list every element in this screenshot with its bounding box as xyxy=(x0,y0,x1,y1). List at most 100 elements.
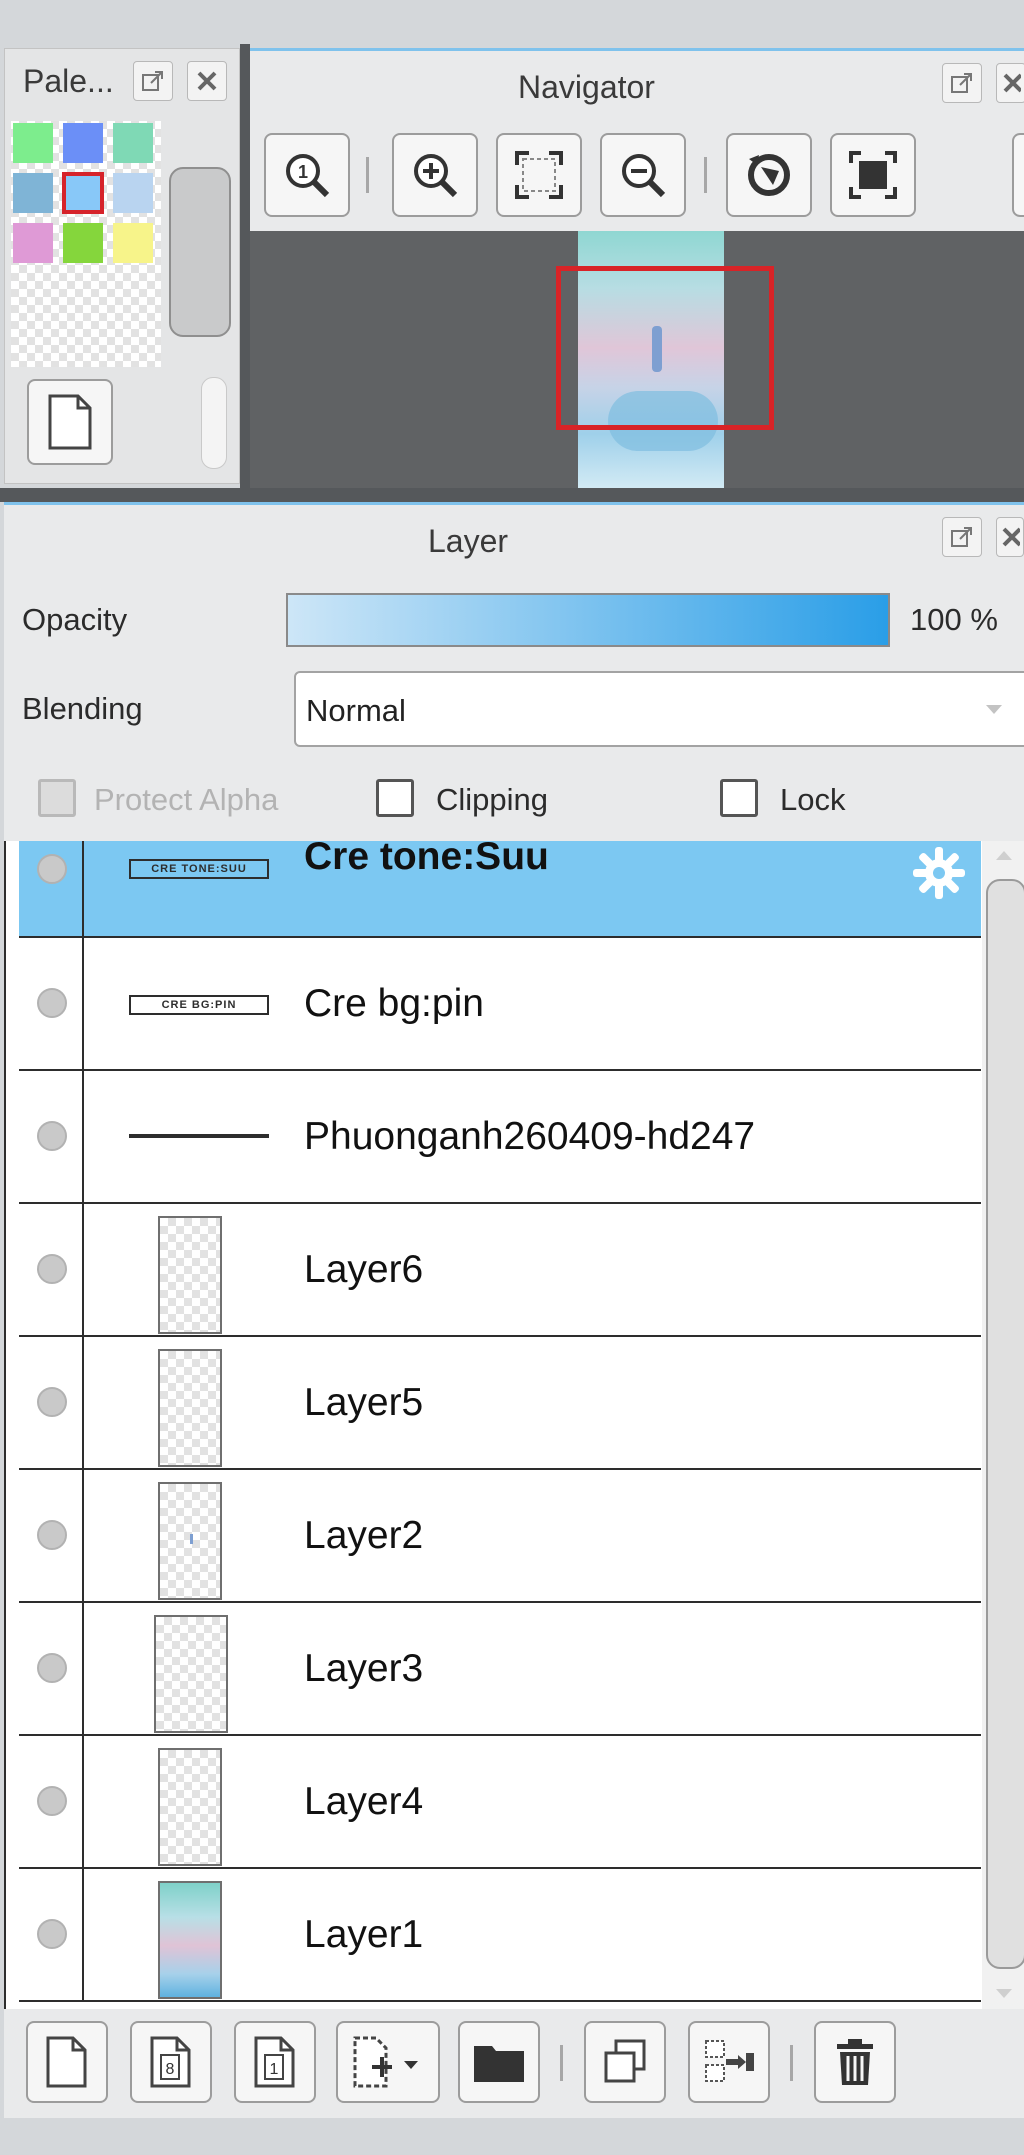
fit-icon[interactable] xyxy=(496,133,582,217)
layer-row[interactable]: Layer1 xyxy=(19,1869,981,2002)
popout-icon[interactable] xyxy=(942,63,982,103)
color-swatch[interactable] xyxy=(13,123,53,163)
navigator-more-button[interactable] xyxy=(1012,133,1024,217)
new-palette-button[interactable] xyxy=(27,379,113,465)
opacity-slider[interactable] xyxy=(286,593,890,647)
visibility-toggle[interactable] xyxy=(19,938,84,1069)
close-icon[interactable] xyxy=(996,63,1024,103)
blending-label: Blending xyxy=(22,691,143,726)
layer-name[interactable]: Layer1 xyxy=(304,1869,423,2000)
visibility-toggle[interactable] xyxy=(19,841,84,936)
new-8bit-layer-icon[interactable]: 8 xyxy=(130,2021,212,2103)
close-icon[interactable] xyxy=(187,61,227,101)
blending-select[interactable]: Normal xyxy=(294,671,1024,747)
layer-name[interactable]: Layer2 xyxy=(304,1470,423,1601)
layer-row[interactable]: Layer6 xyxy=(19,1204,981,1337)
color-swatch[interactable] xyxy=(113,173,153,213)
eye-icon[interactable] xyxy=(37,988,67,1018)
protect-alpha-checkbox[interactable] xyxy=(38,779,76,817)
thumbnail-text: CRE BG:PIN xyxy=(161,999,237,1011)
layer-row[interactable]: Layer4 xyxy=(19,1736,981,1869)
folder-icon[interactable] xyxy=(458,2021,540,2103)
duplicate-icon[interactable] xyxy=(584,2021,666,2103)
svg-text:1: 1 xyxy=(298,162,308,182)
visibility-toggle[interactable] xyxy=(19,1736,84,1867)
rotate-icon[interactable] xyxy=(726,133,812,217)
zoom-out-icon[interactable] xyxy=(600,133,686,217)
toolbar-separator xyxy=(560,2045,563,2081)
scroll-down-arrow[interactable] xyxy=(996,1989,1012,1998)
visibility-toggle[interactable] xyxy=(19,1603,84,1734)
clipping-checkbox[interactable] xyxy=(376,779,414,817)
scroll-thumb[interactable] xyxy=(986,879,1024,1969)
eye-icon[interactable] xyxy=(37,1520,67,1550)
layer-list: CRE TONE:SUU Cre tone:Suu CRE BG:PIN Cre… xyxy=(4,841,1024,2009)
close-icon[interactable] xyxy=(996,517,1024,557)
gear-icon[interactable] xyxy=(911,845,967,906)
lock-checkbox[interactable] xyxy=(720,779,758,817)
layer-row[interactable]: CRE BG:PIN Cre bg:pin xyxy=(19,938,981,1071)
color-swatch[interactable] xyxy=(63,223,103,263)
layer-name[interactable]: Cre tone:Suu xyxy=(304,841,549,906)
one-glyph: 1 xyxy=(270,2061,279,2078)
popout-icon[interactable] xyxy=(942,517,982,557)
color-swatch[interactable] xyxy=(13,223,53,263)
zoom-actual-icon[interactable]: 1 xyxy=(264,133,350,217)
clipping-label: Clipping xyxy=(436,782,549,817)
eye-icon[interactable] xyxy=(37,1254,67,1284)
zoom-in-icon[interactable] xyxy=(392,133,478,217)
layer-row[interactable]: Phuonganh260409-hd247 xyxy=(19,1071,981,1204)
popout-icon[interactable] xyxy=(133,61,173,101)
layer-name[interactable]: Phuonganh260409-hd247 xyxy=(304,1071,755,1202)
eye-icon[interactable] xyxy=(37,854,67,884)
eye-icon[interactable] xyxy=(37,1387,67,1417)
layer-thumbnail xyxy=(154,1615,228,1733)
visibility-toggle[interactable] xyxy=(19,1071,84,1202)
navigator-panel: Navigator 1 xyxy=(250,48,1024,491)
fullscreen-icon[interactable] xyxy=(830,133,916,217)
viewport-indicator[interactable] xyxy=(556,266,774,430)
color-swatch[interactable] xyxy=(113,123,153,163)
layer-thumbnail-line xyxy=(129,1134,269,1138)
layer-name[interactable]: Layer4 xyxy=(304,1736,423,1867)
layer-row-selected[interactable]: CRE TONE:SUU Cre tone:Suu xyxy=(19,841,981,938)
new-layer-icon[interactable] xyxy=(26,2021,108,2103)
layer-row[interactable]: Layer2 xyxy=(19,1470,981,1603)
panel-splitter-horizontal[interactable] xyxy=(0,488,1024,502)
visibility-toggle[interactable] xyxy=(19,1337,84,1468)
eye-icon[interactable] xyxy=(37,1786,67,1816)
eye-icon[interactable] xyxy=(37,1653,67,1683)
layer-name[interactable]: Layer3 xyxy=(304,1603,423,1734)
new-1bit-layer-icon[interactable]: 1 xyxy=(234,2021,316,2103)
add-layer-dropdown-icon[interactable] xyxy=(336,2021,440,2103)
palette-title: Pale... xyxy=(23,63,114,99)
layer-name[interactable]: Layer6 xyxy=(304,1204,423,1335)
trash-icon[interactable] xyxy=(814,2021,896,2103)
eight-glyph: 8 xyxy=(166,2061,175,2078)
layer-row[interactable]: Layer5 xyxy=(19,1337,981,1470)
layer-thumbnail xyxy=(158,1216,222,1334)
layer-name[interactable]: Cre bg:pin xyxy=(304,938,484,1069)
scroll-up-arrow[interactable] xyxy=(996,851,1012,860)
visibility-toggle[interactable] xyxy=(19,1869,84,2000)
color-swatch[interactable] xyxy=(113,223,153,263)
eye-icon[interactable] xyxy=(37,1121,67,1151)
palette-scrollbar[interactable] xyxy=(169,167,231,337)
color-swatch[interactable] xyxy=(63,123,103,163)
color-swatch-selected[interactable] xyxy=(62,172,104,214)
panel-splitter[interactable] xyxy=(240,44,250,488)
layer-list-scrollbar[interactable] xyxy=(982,841,1024,2009)
color-swatch[interactable] xyxy=(13,173,53,213)
palette-scroll-track[interactable] xyxy=(201,377,227,469)
palette-panel: Pale... xyxy=(4,48,240,484)
layer-name[interactable]: Layer5 xyxy=(304,1337,423,1468)
visibility-toggle[interactable] xyxy=(19,1470,84,1601)
navigator-preview[interactable] xyxy=(250,231,1024,491)
visibility-toggle[interactable] xyxy=(19,1204,84,1335)
layer-thumbnail xyxy=(158,1881,222,1999)
merge-down-icon[interactable] xyxy=(688,2021,770,2103)
navigator-title: Navigator xyxy=(518,69,655,105)
opacity-label: Opacity xyxy=(22,602,128,637)
eye-icon[interactable] xyxy=(37,1919,67,1949)
layer-row[interactable]: Layer3 xyxy=(19,1603,981,1736)
